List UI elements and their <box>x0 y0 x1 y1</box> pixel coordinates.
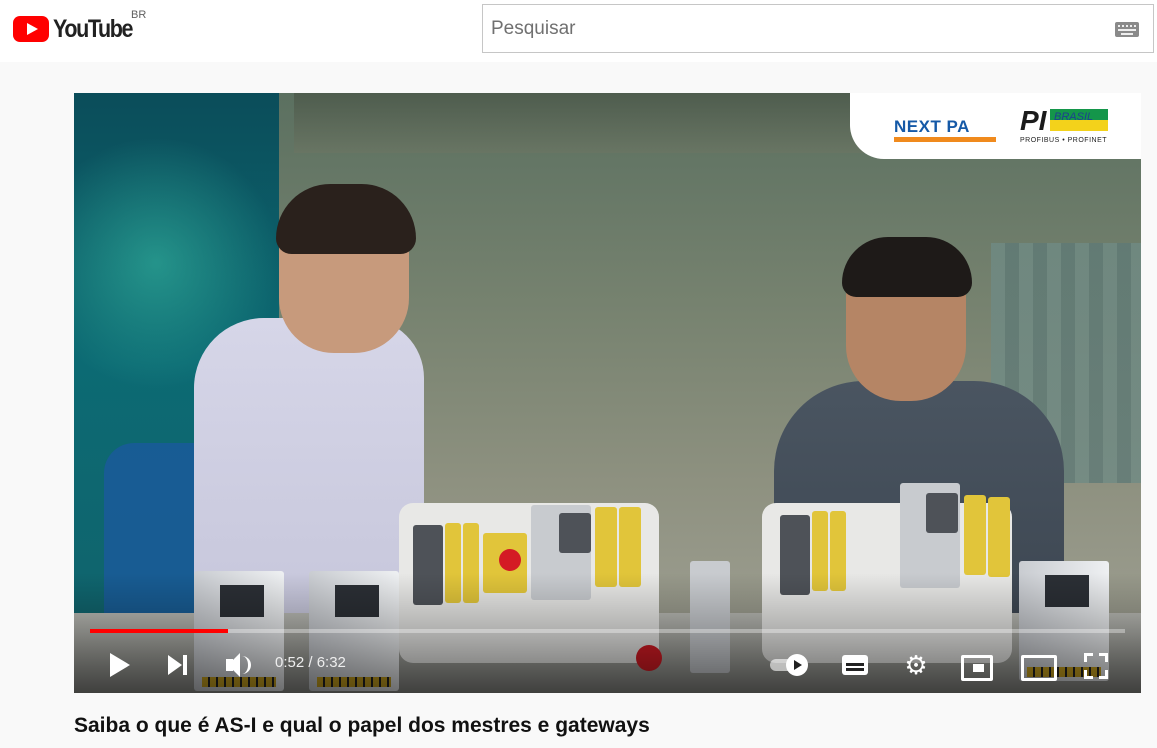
youtube-logo-icon <box>13 16 49 42</box>
youtube-watch-page: YouTube BR Pesquisar NEXT PA PI BRASIL P… <box>0 0 1157 748</box>
gear-icon[interactable]: ⚙ <box>902 647 930 683</box>
autoplay-toggle[interactable] <box>770 654 814 676</box>
search-input[interactable]: Pesquisar <box>491 5 576 52</box>
logo-text: YouTube <box>53 14 134 43</box>
cc-icon[interactable] <box>841 647 871 683</box>
keyboard-icon[interactable] <box>1115 22 1139 37</box>
sponsor-nextpa-logo: NEXT PA <box>894 117 970 136</box>
fullscreen-icon[interactable] <box>1082 647 1110 683</box>
progress-bar-played <box>90 629 228 633</box>
play-icon[interactable] <box>108 647 132 683</box>
theater-icon[interactable] <box>1019 647 1057 683</box>
search-box[interactable]: Pesquisar <box>482 4 1154 53</box>
video-player[interactable]: NEXT PA PI BRASIL PROFIBUS • PROFINET 0:… <box>74 93 1141 693</box>
next-icon[interactable] <box>166 647 192 683</box>
time-display: 0:52 / 6:32 <box>275 654 346 671</box>
video-title: Saiba o que é AS-I e qual o papel dos me… <box>74 714 650 737</box>
sponsor-pi-brasil: BRASIL <box>1054 111 1094 123</box>
sponsor-watermark: NEXT PA PI BRASIL PROFIBUS • PROFINET <box>850 93 1141 159</box>
sponsor-nextpa-underline <box>894 137 996 142</box>
sponsor-pi-logo: PI <box>1020 105 1047 136</box>
youtube-logo[interactable]: YouTube <box>13 14 145 44</box>
progress-bar[interactable] <box>90 629 1125 633</box>
miniplayer-icon[interactable] <box>959 647 993 683</box>
country-code: BR <box>131 9 147 21</box>
sponsor-pi-subtitle: PROFIBUS • PROFINET <box>1020 137 1108 144</box>
masthead: YouTube BR Pesquisar <box>0 0 1157 62</box>
